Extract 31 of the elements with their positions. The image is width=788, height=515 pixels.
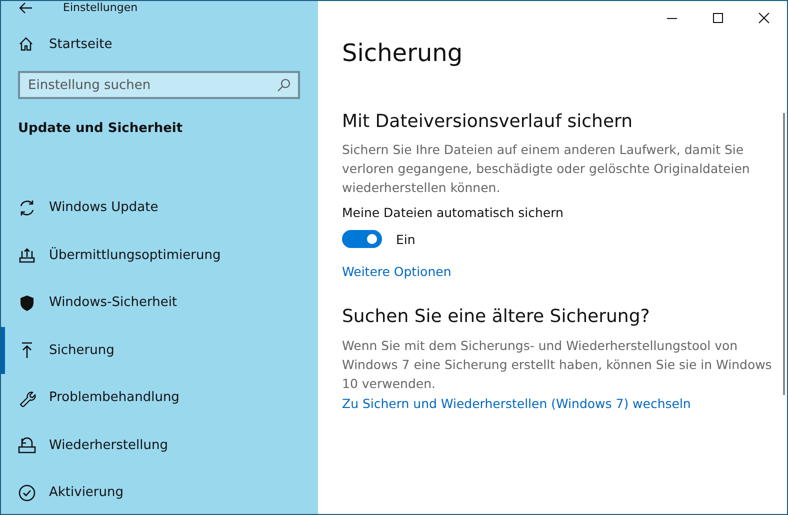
section-heading: Update und Sicherheit	[18, 121, 184, 136]
toggle-label: Meine Dateien automatisch sichern	[342, 205, 564, 220]
search-icon	[277, 78, 291, 92]
toggle-switch[interactable]	[342, 230, 382, 248]
more-options-link[interactable]: Weitere Optionen	[342, 264, 452, 279]
home-icon	[18, 36, 34, 52]
home-link[interactable]: Startseite	[18, 36, 318, 52]
nav-item[interactable]: Wiederherstellung	[1, 422, 318, 469]
nav-item[interactable]: Aktivierung	[1, 469, 318, 514]
description-text: Sichern Sie Ihre Dateien auf einem anderen Laufwerk, damit Sie verloren gegangene, beschädigte oder gelöschte Originaldateien wiederherstellen können.	[342, 141, 751, 197]
back-icon[interactable]	[19, 2, 33, 14]
section-heading: Suchen Sie eine ältere Sicherung?	[342, 306, 651, 327]
sync-icon	[18, 198, 36, 217]
section-heading: Mit Dateiversionsverlauf sichern	[342, 111, 634, 132]
toggle-state-text: Ein	[396, 232, 416, 246]
nav-item[interactable]: Übermittlungsoptimierung	[1, 232, 318, 279]
page-title: Sicherung	[342, 39, 464, 67]
wrench-icon	[18, 388, 36, 407]
backup-restore-link[interactable]: Zu Sichern und Wiederherstellen (Windows 7) wechseln	[342, 396, 691, 411]
description-text: Wenn Sie mit dem Sicherungs- und Wiederherstellungstool von Windows 7 eine Sicherung erstellt haben, können Sie sie in Windows 10 verwenden.	[342, 337, 773, 393]
shield-icon	[18, 294, 36, 312]
upload-tray-icon	[18, 246, 36, 264]
laptop-restore-icon	[18, 436, 36, 454]
nav-item[interactable]: Sicherung	[1, 326, 318, 374]
search-field[interactable]: Einstellung suchen	[18, 71, 300, 99]
nav-item[interactable]: Windows Update	[1, 184, 318, 232]
check-circle-icon	[18, 484, 36, 502]
window-title: Einstellungen	[63, 1, 138, 14]
scrollbar[interactable]	[783, 113, 785, 395]
nav-item[interactable]: Windows-Sicherheit	[1, 279, 318, 326]
nav-item[interactable]: Problembehandlung	[1, 374, 318, 422]
